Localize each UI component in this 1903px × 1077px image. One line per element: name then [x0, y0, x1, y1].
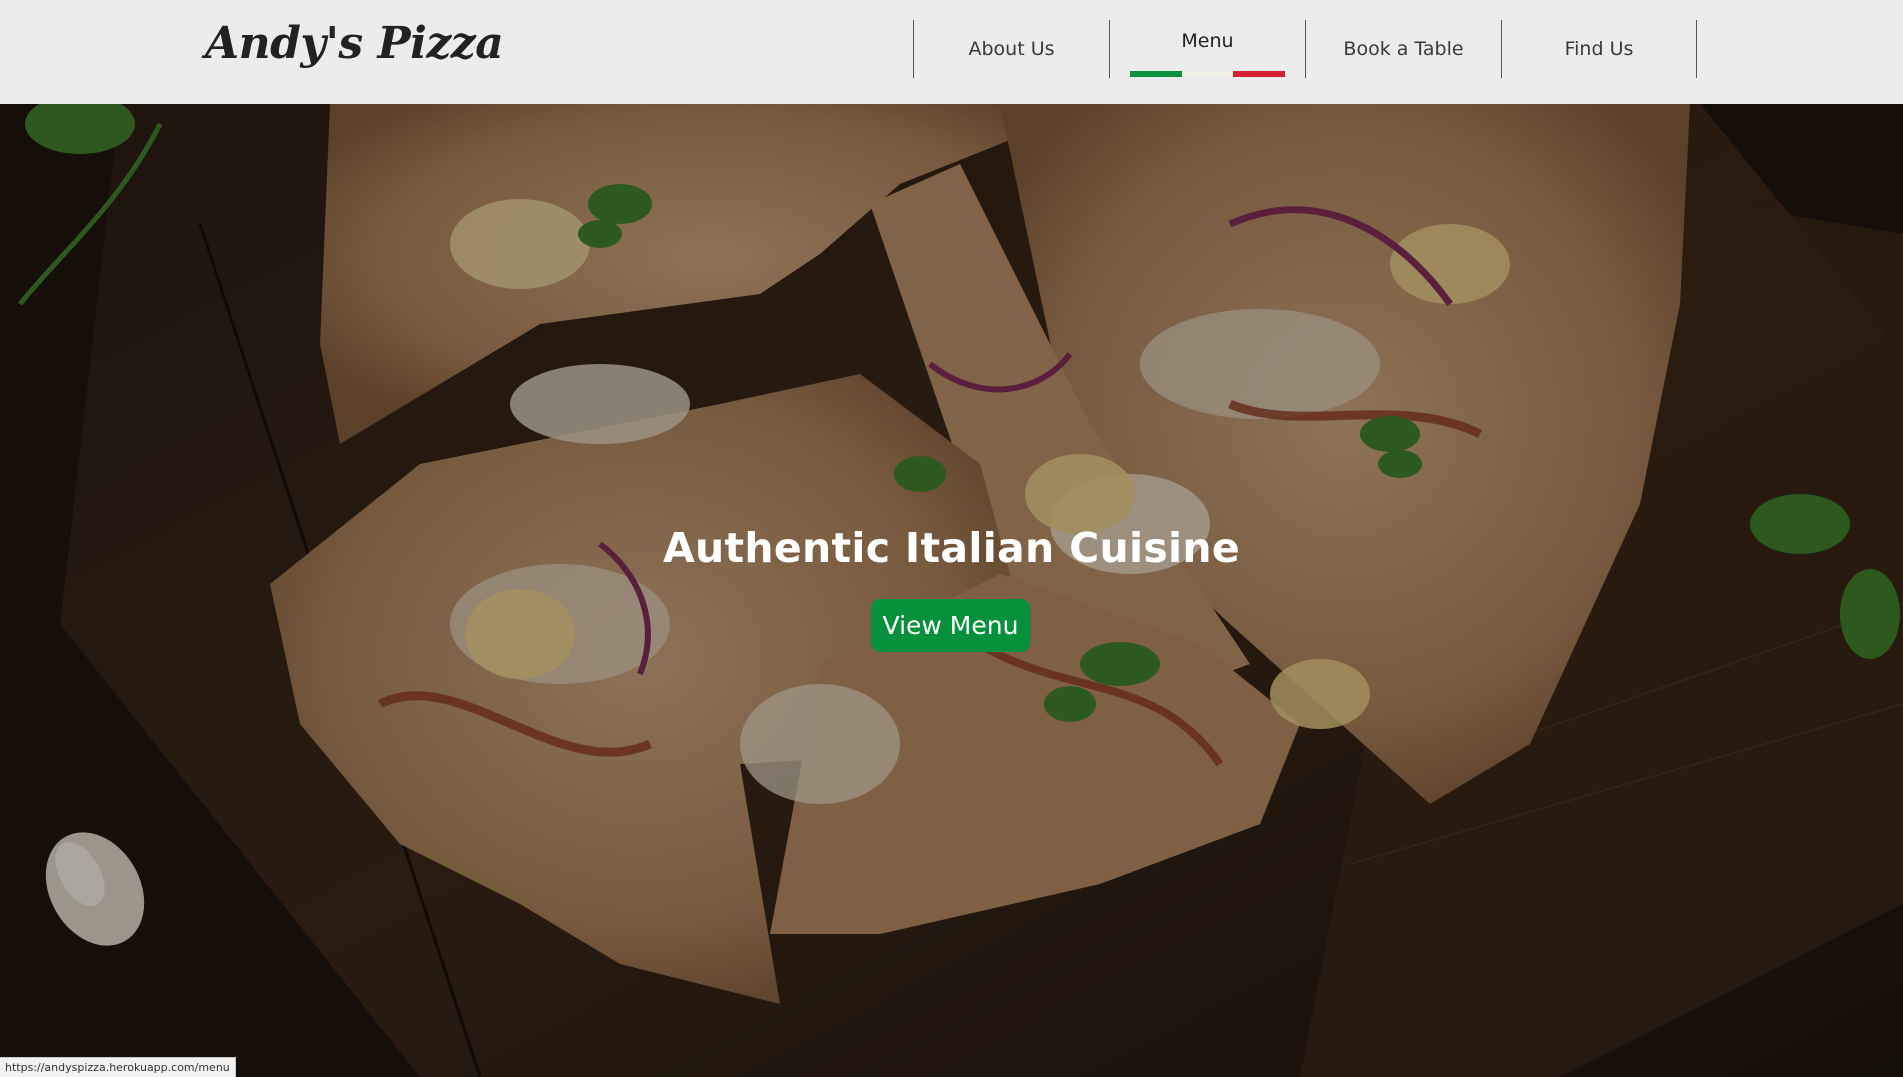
main-nav: About Us Menu Book a Table Find Us — [913, 20, 1697, 78]
status-bar-url: https://andyspizza.herokuapp.com/menu — [0, 1057, 236, 1077]
nav-menu-label: Menu — [1181, 30, 1234, 52]
nav-about-us[interactable]: About Us — [913, 20, 1109, 78]
nav-menu[interactable]: Menu — [1109, 20, 1305, 78]
nav-find-us[interactable]: Find Us — [1501, 20, 1697, 78]
flag-red-stripe — [1233, 71, 1286, 77]
active-indicator-flag — [1130, 71, 1286, 77]
flag-green-stripe — [1130, 71, 1182, 77]
flag-white-stripe — [1181, 71, 1234, 77]
site-header: Andy's Pizza About Us Menu Book a Table … — [0, 0, 1903, 104]
hero-section: Authentic Italian Cuisine View Menu — [0, 104, 1903, 1077]
hero-overlay — [0, 104, 1903, 1077]
hero-title: Authentic Italian Cuisine — [663, 524, 1240, 572]
brand-logo[interactable]: Andy's Pizza — [205, 18, 504, 69]
view-menu-button[interactable]: View Menu — [871, 599, 1030, 652]
nav-book-a-table[interactable]: Book a Table — [1305, 20, 1501, 78]
